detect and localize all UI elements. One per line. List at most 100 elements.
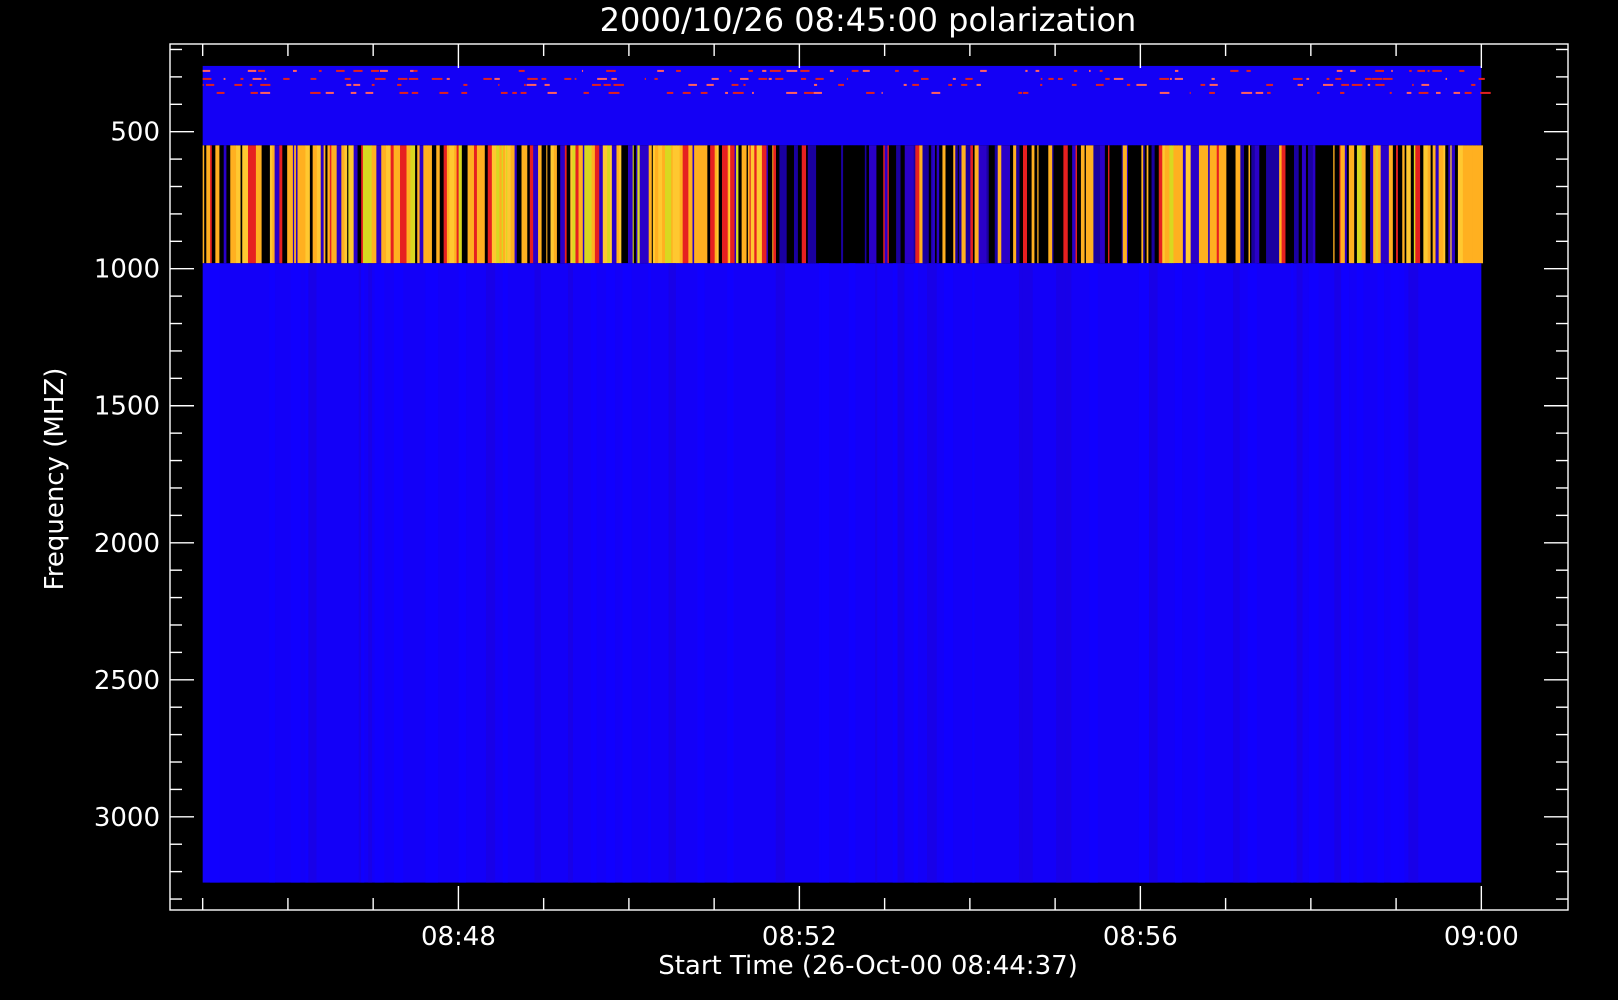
heatmap-noise-pixel bbox=[520, 91, 527, 94]
heatmap-column bbox=[502, 263, 508, 883]
heatmap-stripe bbox=[761, 145, 767, 264]
x-tick-label: 08:56 bbox=[1103, 922, 1178, 952]
heatmap-column bbox=[668, 263, 676, 883]
heatmap-stripe bbox=[904, 145, 911, 264]
heatmap-noise-pixel bbox=[353, 83, 361, 86]
heatmap-stripe bbox=[834, 145, 840, 264]
heatmap-noise-pixel bbox=[494, 77, 500, 80]
heatmap-stripe bbox=[541, 145, 547, 264]
heatmap-stripe bbox=[1438, 145, 1444, 264]
heatmap-stripe bbox=[741, 145, 747, 264]
heatmap-stripe bbox=[331, 145, 336, 264]
heatmap-stripe bbox=[312, 145, 318, 264]
heatmap-noise-pixel bbox=[283, 77, 290, 80]
heatmap-stripe bbox=[1104, 145, 1109, 264]
heatmap-stripe bbox=[572, 145, 576, 264]
heatmap-noise-pixel bbox=[1035, 69, 1040, 72]
heatmap-noise-pixel bbox=[1340, 91, 1345, 94]
heatmap-stripe bbox=[616, 145, 620, 264]
heatmap-stripe bbox=[896, 145, 901, 264]
heatmap-stripe bbox=[672, 145, 678, 264]
heatmap-stripe bbox=[718, 145, 723, 264]
heatmap-stripe bbox=[1034, 145, 1038, 264]
heatmap-noise-pixel bbox=[202, 77, 212, 80]
heatmap-stripe bbox=[1048, 145, 1053, 264]
heatmap-noise-pixel bbox=[903, 83, 907, 86]
heatmap-stripe bbox=[443, 145, 448, 264]
heatmap-noise-pixel bbox=[1409, 69, 1412, 72]
heatmap-noise-pixel bbox=[564, 77, 572, 80]
heatmap-noise-pixel bbox=[965, 77, 973, 80]
heatmap-stripe bbox=[458, 145, 463, 264]
heatmap-noise-pixel bbox=[461, 91, 468, 94]
heatmap-stripe bbox=[1312, 145, 1316, 264]
x-tick-label: 09:00 bbox=[1444, 922, 1519, 952]
heatmap-noise-pixel bbox=[611, 77, 617, 80]
heatmap-noise-pixel bbox=[413, 69, 418, 72]
heatmap-stripe bbox=[699, 145, 705, 264]
heatmap-stripe bbox=[602, 145, 608, 264]
x-tick-label: 08:52 bbox=[762, 922, 837, 952]
heatmap-stripe bbox=[1410, 145, 1415, 264]
heatmap-stripe bbox=[844, 145, 850, 264]
heatmap-stripe bbox=[1190, 145, 1196, 264]
heatmap-stripe bbox=[1361, 145, 1366, 264]
heatmap-stripe bbox=[507, 145, 512, 264]
heatmap-noise-pixel bbox=[1391, 69, 1393, 72]
heatmap-noise-pixel bbox=[700, 91, 708, 94]
heatmap-stripe bbox=[1356, 145, 1363, 264]
heatmap-stripe bbox=[1122, 145, 1128, 264]
x-tick-label: 08:48 bbox=[421, 922, 496, 952]
heatmap-stripe bbox=[852, 145, 858, 264]
heatmap-stripe bbox=[958, 145, 962, 264]
heatmap-stripe bbox=[1340, 145, 1346, 264]
heatmap-noise-pixel bbox=[581, 69, 584, 72]
heatmap-stripe bbox=[1420, 145, 1424, 264]
heatmap-column bbox=[897, 263, 905, 883]
heatmap-stripe bbox=[1244, 145, 1248, 264]
heatmap-stripe bbox=[945, 145, 950, 264]
heatmap-noise-pixel bbox=[657, 69, 664, 72]
heatmap-noise-pixel bbox=[1174, 69, 1179, 72]
heatmap-noise-pixel bbox=[608, 91, 620, 94]
heatmap-noise-pixel bbox=[1071, 83, 1077, 86]
heatmap-stripe bbox=[736, 145, 739, 264]
heatmap-stripe bbox=[860, 145, 866, 264]
heatmap-stripe bbox=[301, 145, 306, 264]
heatmap-noise-pixel bbox=[344, 77, 351, 80]
heatmap-noise-pixel bbox=[524, 83, 526, 86]
heatmap-stripe bbox=[1348, 145, 1354, 264]
heatmap-stripe bbox=[1472, 145, 1477, 264]
heatmap-stripe bbox=[471, 145, 475, 264]
heatmap-stripe bbox=[290, 145, 294, 264]
heatmap-column bbox=[1197, 263, 1205, 883]
heatmap-noise-pixel bbox=[446, 77, 450, 80]
heatmap-stripe bbox=[627, 145, 634, 264]
heatmap-noise-pixel bbox=[666, 91, 674, 94]
heatmap-stripe bbox=[1059, 145, 1064, 264]
heatmap-stripe bbox=[265, 145, 271, 264]
heatmap-noise-pixel bbox=[1159, 77, 1170, 80]
heatmap-stripe bbox=[1445, 145, 1449, 264]
heatmap-stripe bbox=[248, 145, 253, 264]
heatmap-stripe bbox=[1164, 145, 1170, 264]
heatmap-stripe bbox=[922, 145, 927, 264]
heatmap-stripe bbox=[406, 145, 411, 264]
heatmap-column bbox=[1390, 263, 1400, 883]
heatmap-noise-pixel bbox=[931, 91, 941, 94]
heatmap-stripe bbox=[553, 145, 558, 264]
heatmap-stripe bbox=[994, 145, 999, 264]
heatmap-stripe bbox=[1308, 145, 1314, 264]
heatmap-noise-pixel bbox=[613, 83, 624, 86]
heatmap-noise-pixel bbox=[961, 83, 968, 86]
heatmap-stripe bbox=[639, 145, 646, 264]
y-tick-label: 2000 bbox=[94, 529, 160, 559]
heatmap-noise-pixel bbox=[711, 77, 719, 80]
heatmap-noise-pixel bbox=[1306, 77, 1310, 80]
heatmap-stripe bbox=[550, 145, 555, 264]
heatmap-stripe bbox=[664, 145, 670, 264]
heatmap-stripe bbox=[1476, 145, 1481, 264]
heatmap-stripe bbox=[965, 145, 970, 264]
heatmap-stripe bbox=[274, 145, 280, 264]
heatmap-stripe bbox=[1222, 145, 1227, 264]
